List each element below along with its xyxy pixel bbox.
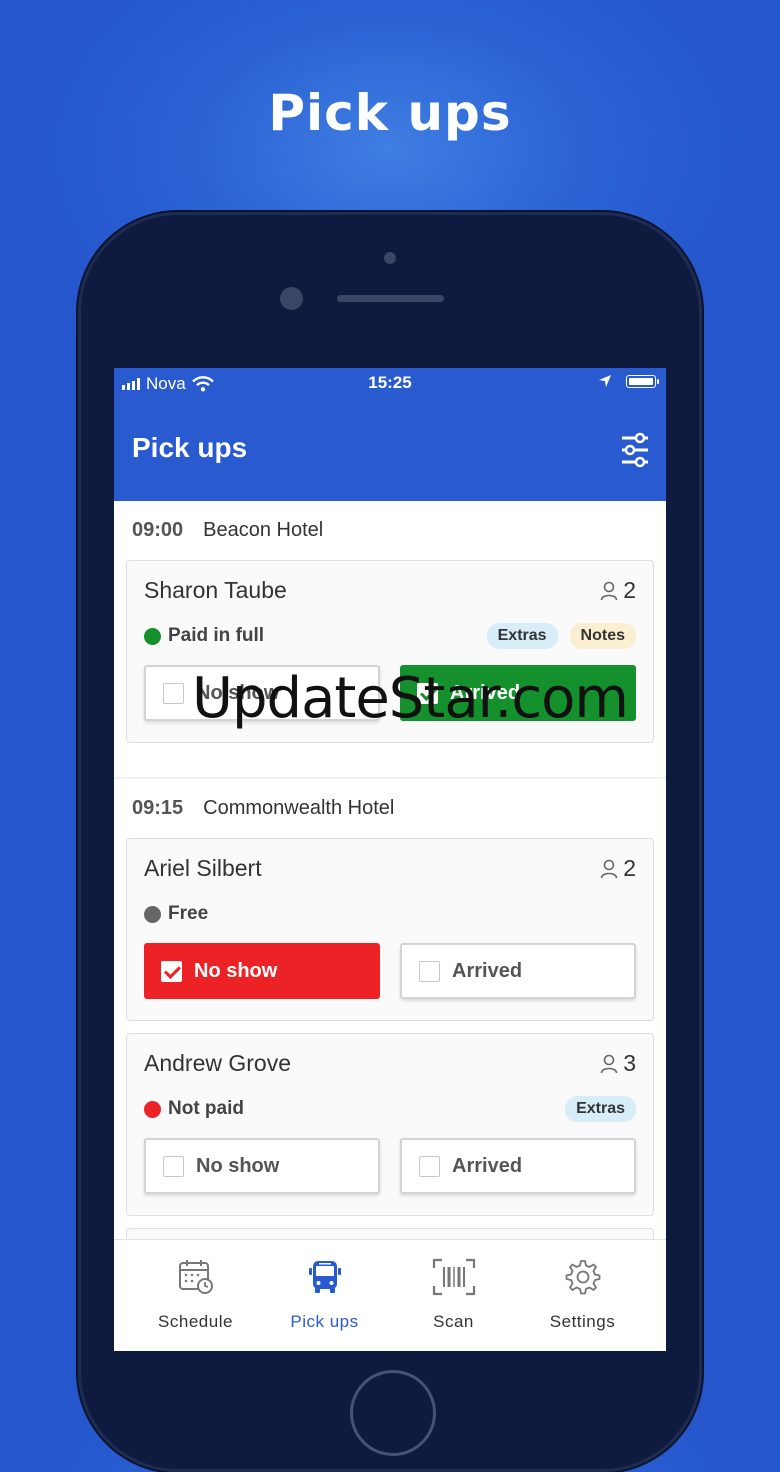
no-show-button[interactable]: No show	[144, 943, 380, 999]
passenger-count: 2	[600, 577, 636, 604]
bus-icon	[308, 1261, 341, 1293]
booking-card[interactable]: Sharon Taube 2 Paid in full Extras Notes…	[126, 560, 654, 743]
pickup-section: 09:15 Commonwealth Hotel Ariel Silbert 2…	[114, 779, 666, 1288]
location-arrow-icon	[599, 375, 611, 387]
screen-title: Pick ups	[132, 432, 248, 463]
nav-schedule[interactable]: Schedule	[131, 1240, 260, 1351]
arrived-button[interactable]: Arrived	[400, 1138, 636, 1194]
status-bar: Nova 15:25	[114, 368, 666, 398]
status-dot	[144, 905, 161, 923]
nav-pick-ups[interactable]: Pick ups	[260, 1240, 389, 1351]
payment-status: Paid in full	[144, 625, 264, 647]
front-camera	[280, 287, 303, 310]
bottom-navigation: Schedule Pick ups Scan Settings	[114, 1239, 666, 1351]
no-show-label: No show	[196, 1154, 280, 1177]
no-show-label: No show	[194, 959, 278, 982]
pax-count: 3	[623, 1050, 636, 1076]
pax-count: 2	[623, 855, 636, 881]
payment-status: Not paid	[144, 1098, 244, 1120]
section-location: Beacon Hotel	[203, 518, 324, 541]
passenger-name: Ariel Silbert	[144, 855, 262, 881]
person-icon	[600, 1054, 618, 1073]
gear-icon	[565, 1260, 600, 1295]
checkbox-icon	[419, 960, 440, 982]
app-bar: Nova 15:25 Pick ups	[114, 368, 666, 501]
extras-badge[interactable]: Extras	[565, 1096, 636, 1122]
person-icon	[600, 581, 618, 600]
status-label: Paid in full	[168, 625, 265, 646]
pickup-section: 09:00 Beacon Hotel Sharon Taube 2 Paid i…	[114, 501, 666, 777]
section-time: 09:15	[132, 796, 184, 819]
no-show-button[interactable]: No show	[144, 665, 380, 721]
notes-badge[interactable]: Notes	[569, 623, 636, 649]
section-header: 09:15 Commonwealth Hotel	[114, 779, 666, 837]
arrived-label: Arrived	[452, 959, 523, 982]
home-button[interactable]	[350, 1370, 436, 1456]
arrived-button[interactable]: Arrived	[400, 943, 636, 999]
passenger-count: 2	[600, 855, 636, 882]
section-header: 09:00 Beacon Hotel	[114, 501, 666, 559]
promo-title: Pick ups	[268, 84, 512, 142]
nav-scan[interactable]: Scan	[389, 1240, 518, 1351]
status-dot	[144, 1100, 161, 1118]
arrived-label: Arrived	[450, 681, 521, 704]
calendar-clock-icon	[178, 1260, 213, 1294]
booking-card[interactable]: Andrew Grove 3 Not paid Extras No show A…	[126, 1033, 654, 1216]
status-dot	[144, 627, 161, 645]
arrived-label: Arrived	[452, 1154, 523, 1177]
arrived-button[interactable]: Arrived	[400, 665, 636, 721]
nav-label: Schedule	[158, 1312, 233, 1331]
no-show-label: No show	[196, 681, 280, 704]
checkbox-icon	[163, 682, 184, 704]
barcode-scan-icon	[432, 1258, 475, 1296]
passenger-name: Sharon Taube	[144, 577, 287, 603]
battery-icon	[626, 374, 659, 388]
status-label: Not paid	[168, 1098, 244, 1119]
nav-label: Scan	[433, 1312, 474, 1331]
status-label: Free	[168, 903, 209, 924]
checkbox-icon	[419, 1155, 440, 1177]
section-time: 09:00	[132, 518, 184, 541]
payment-status: Free	[144, 903, 208, 925]
passenger-count: 3	[600, 1050, 636, 1077]
checkbox-checked-icon	[417, 682, 438, 704]
checkbox-checked-icon	[161, 960, 182, 982]
nav-label: Pick ups	[290, 1312, 359, 1331]
sliders-icon[interactable]	[620, 432, 650, 468]
app-screen: Nova 15:25 Pick ups 09:00 Beacon Hotel S…	[114, 368, 666, 1351]
booking-card[interactable]: Ariel Silbert 2 Free No show Arrived	[126, 838, 654, 1021]
earpiece-speaker	[337, 295, 444, 302]
person-icon	[600, 859, 618, 878]
section-location: Commonwealth Hotel	[203, 796, 395, 819]
pax-count: 2	[623, 577, 636, 603]
passenger-name: Andrew Grove	[144, 1050, 292, 1076]
checkbox-icon	[163, 1155, 184, 1177]
nav-settings[interactable]: Settings	[518, 1240, 647, 1351]
no-show-button[interactable]: No show	[144, 1138, 380, 1194]
proximity-sensor	[384, 252, 396, 264]
status-time: 15:25	[368, 373, 412, 392]
extras-badge[interactable]: Extras	[486, 623, 558, 649]
nav-label: Settings	[549, 1312, 616, 1331]
